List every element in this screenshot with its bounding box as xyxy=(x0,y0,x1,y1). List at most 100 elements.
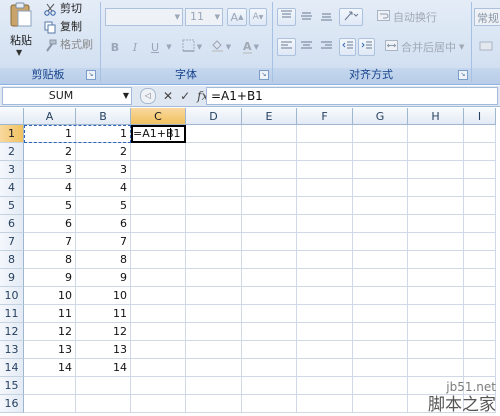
cell-c13[interactable] xyxy=(131,341,186,359)
cell-f5[interactable] xyxy=(297,197,353,215)
column-header-b[interactable]: B xyxy=(76,108,131,125)
wrap-text-button[interactable]: 自动换行 xyxy=(376,8,456,26)
align-center-button[interactable] xyxy=(297,38,316,56)
cell-g8[interactable] xyxy=(353,251,408,269)
cell-c12[interactable] xyxy=(131,323,186,341)
cell-e12[interactable] xyxy=(242,323,297,341)
cell-g13[interactable] xyxy=(353,341,408,359)
cell-a2[interactable]: 2 xyxy=(24,143,76,161)
cell-d6[interactable] xyxy=(186,215,242,233)
cell-c2[interactable] xyxy=(131,143,186,161)
cell-g7[interactable] xyxy=(353,233,408,251)
cell-a11[interactable]: 11 xyxy=(24,305,76,323)
row-header-12[interactable]: 12 xyxy=(0,323,24,341)
cell-g4[interactable] xyxy=(353,179,408,197)
row-header-3[interactable]: 3 xyxy=(0,161,24,179)
format-painter-button[interactable]: 格式刷 xyxy=(44,37,93,53)
cell-b16[interactable] xyxy=(76,395,131,413)
align-left-button[interactable] xyxy=(277,38,296,56)
cell-b12[interactable]: 12 xyxy=(76,323,131,341)
cell-a8[interactable]: 8 xyxy=(24,251,76,269)
cell-b5[interactable]: 5 xyxy=(76,197,131,215)
fill-color-button[interactable]: ▼ xyxy=(208,38,234,56)
cell-d7[interactable] xyxy=(186,233,242,251)
cell-d5[interactable] xyxy=(186,197,242,215)
cell-g3[interactable] xyxy=(353,161,408,179)
cell-h14[interactable] xyxy=(408,359,464,377)
underline-dropdown-icon[interactable]: ▼ xyxy=(164,38,174,56)
cell-d8[interactable] xyxy=(186,251,242,269)
cell-e16[interactable] xyxy=(242,395,297,413)
cell-b10[interactable]: 10 xyxy=(76,287,131,305)
cell-c5[interactable] xyxy=(131,197,186,215)
cell-b14[interactable]: 14 xyxy=(76,359,131,377)
cell-c16[interactable] xyxy=(131,395,186,413)
cell-e10[interactable] xyxy=(242,287,297,305)
name-box[interactable]: SUM ▼ xyxy=(2,87,132,105)
paste-button[interactable]: 粘贴 xyxy=(10,32,32,48)
cell-f13[interactable] xyxy=(297,341,353,359)
cell-f4[interactable] xyxy=(297,179,353,197)
row-header-9[interactable]: 9 xyxy=(0,269,24,287)
column-header-c[interactable]: C xyxy=(131,108,186,125)
cell-b15[interactable] xyxy=(76,377,131,395)
cell-i1[interactable] xyxy=(464,125,496,143)
cell-i10[interactable] xyxy=(464,287,496,305)
cell-b2[interactable]: 2 xyxy=(76,143,131,161)
cell-f11[interactable] xyxy=(297,305,353,323)
cell-g9[interactable] xyxy=(353,269,408,287)
cell-g15[interactable] xyxy=(353,377,408,395)
cell-h7[interactable] xyxy=(408,233,464,251)
cell-e7[interactable] xyxy=(242,233,297,251)
cell-c10[interactable] xyxy=(131,287,186,305)
cell-b4[interactable]: 4 xyxy=(76,179,131,197)
cell-g1[interactable] xyxy=(353,125,408,143)
row-header-5[interactable]: 5 xyxy=(0,197,24,215)
enter-check-icon[interactable]: ✓ xyxy=(180,89,190,103)
cell-b9[interactable]: 9 xyxy=(76,269,131,287)
font-size-combo[interactable]: 11 ▼ xyxy=(185,8,223,26)
cell-e3[interactable] xyxy=(242,161,297,179)
cell-a9[interactable]: 9 xyxy=(24,269,76,287)
cell-b6[interactable]: 6 xyxy=(76,215,131,233)
cell-e11[interactable] xyxy=(242,305,297,323)
number-format-combo[interactable]: 常规 xyxy=(474,8,500,26)
cell-f10[interactable] xyxy=(297,287,353,305)
cell-f1[interactable] xyxy=(297,125,353,143)
cell-c4[interactable] xyxy=(131,179,186,197)
cell-g12[interactable] xyxy=(353,323,408,341)
cell-f14[interactable] xyxy=(297,359,353,377)
row-header-6[interactable]: 6 xyxy=(0,215,24,233)
select-all-corner[interactable] xyxy=(0,108,24,125)
cell-d9[interactable] xyxy=(186,269,242,287)
row-header-1[interactable]: 1 xyxy=(0,125,24,143)
cell-g11[interactable] xyxy=(353,305,408,323)
underline-button[interactable]: U xyxy=(147,38,163,56)
cell-h2[interactable] xyxy=(408,143,464,161)
cell-c11[interactable] xyxy=(131,305,186,323)
cell-f6[interactable] xyxy=(297,215,353,233)
row-header-15[interactable]: 15 xyxy=(0,377,24,395)
expand-icon[interactable]: ◁ xyxy=(140,88,156,104)
align-top-button[interactable] xyxy=(277,8,296,26)
cell-f9[interactable] xyxy=(297,269,353,287)
cell-c9[interactable] xyxy=(131,269,186,287)
cell-g10[interactable] xyxy=(353,287,408,305)
cell-i9[interactable] xyxy=(464,269,496,287)
cell-h5[interactable] xyxy=(408,197,464,215)
cell-e1[interactable] xyxy=(242,125,297,143)
cell-h12[interactable] xyxy=(408,323,464,341)
cell-d16[interactable] xyxy=(186,395,242,413)
cell-b13[interactable]: 13 xyxy=(76,341,131,359)
shrink-font-button[interactable]: A ▼ xyxy=(249,8,267,26)
cell-g14[interactable] xyxy=(353,359,408,377)
cell-i14[interactable] xyxy=(464,359,496,377)
cell-i6[interactable] xyxy=(464,215,496,233)
cell-f7[interactable] xyxy=(297,233,353,251)
bold-button[interactable]: B xyxy=(107,38,123,56)
cell-a4[interactable]: 4 xyxy=(24,179,76,197)
cell-h8[interactable] xyxy=(408,251,464,269)
cell-g5[interactable] xyxy=(353,197,408,215)
cell-a14[interactable]: 14 xyxy=(24,359,76,377)
cell-c6[interactable] xyxy=(131,215,186,233)
